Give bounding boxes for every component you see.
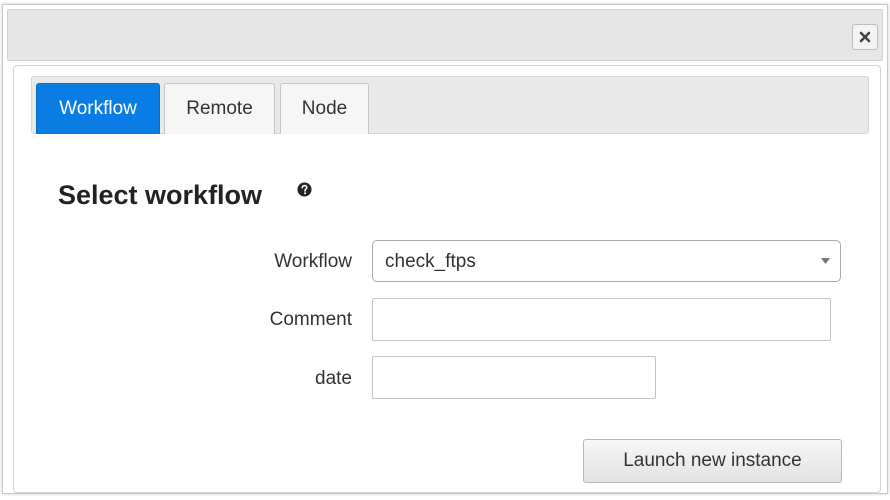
workflow-label: Workflow [274, 251, 352, 272]
workflow-select[interactable]: check_ftps [372, 240, 841, 282]
comment-input[interactable] [372, 298, 831, 341]
tab-strip: Workflow Remote Node [31, 76, 869, 134]
close-x-icon [859, 31, 871, 43]
tab-workflow[interactable]: Workflow [36, 83, 160, 134]
launch-workflow-dialog: Workflow Remote Node Select workflow Wor… [2, 4, 888, 494]
tab-remote[interactable]: Remote [164, 83, 275, 134]
close-button[interactable] [852, 24, 878, 50]
date-label: date [315, 368, 352, 389]
section-title: Select workflow [58, 180, 263, 210]
dialog-titlebar [7, 9, 883, 61]
comment-label: Comment [269, 309, 352, 330]
date-input[interactable] [372, 356, 656, 399]
launch-new-instance-button[interactable]: Launch new instance [583, 439, 842, 483]
question-circle-icon[interactable] [297, 182, 312, 197]
workflow-select-value: check_ftps [385, 251, 476, 272]
tab-panel: Workflow Remote Node Select workflow Wor… [13, 65, 881, 493]
chevron-down-icon [821, 258, 830, 264]
tab-node[interactable]: Node [280, 83, 369, 134]
